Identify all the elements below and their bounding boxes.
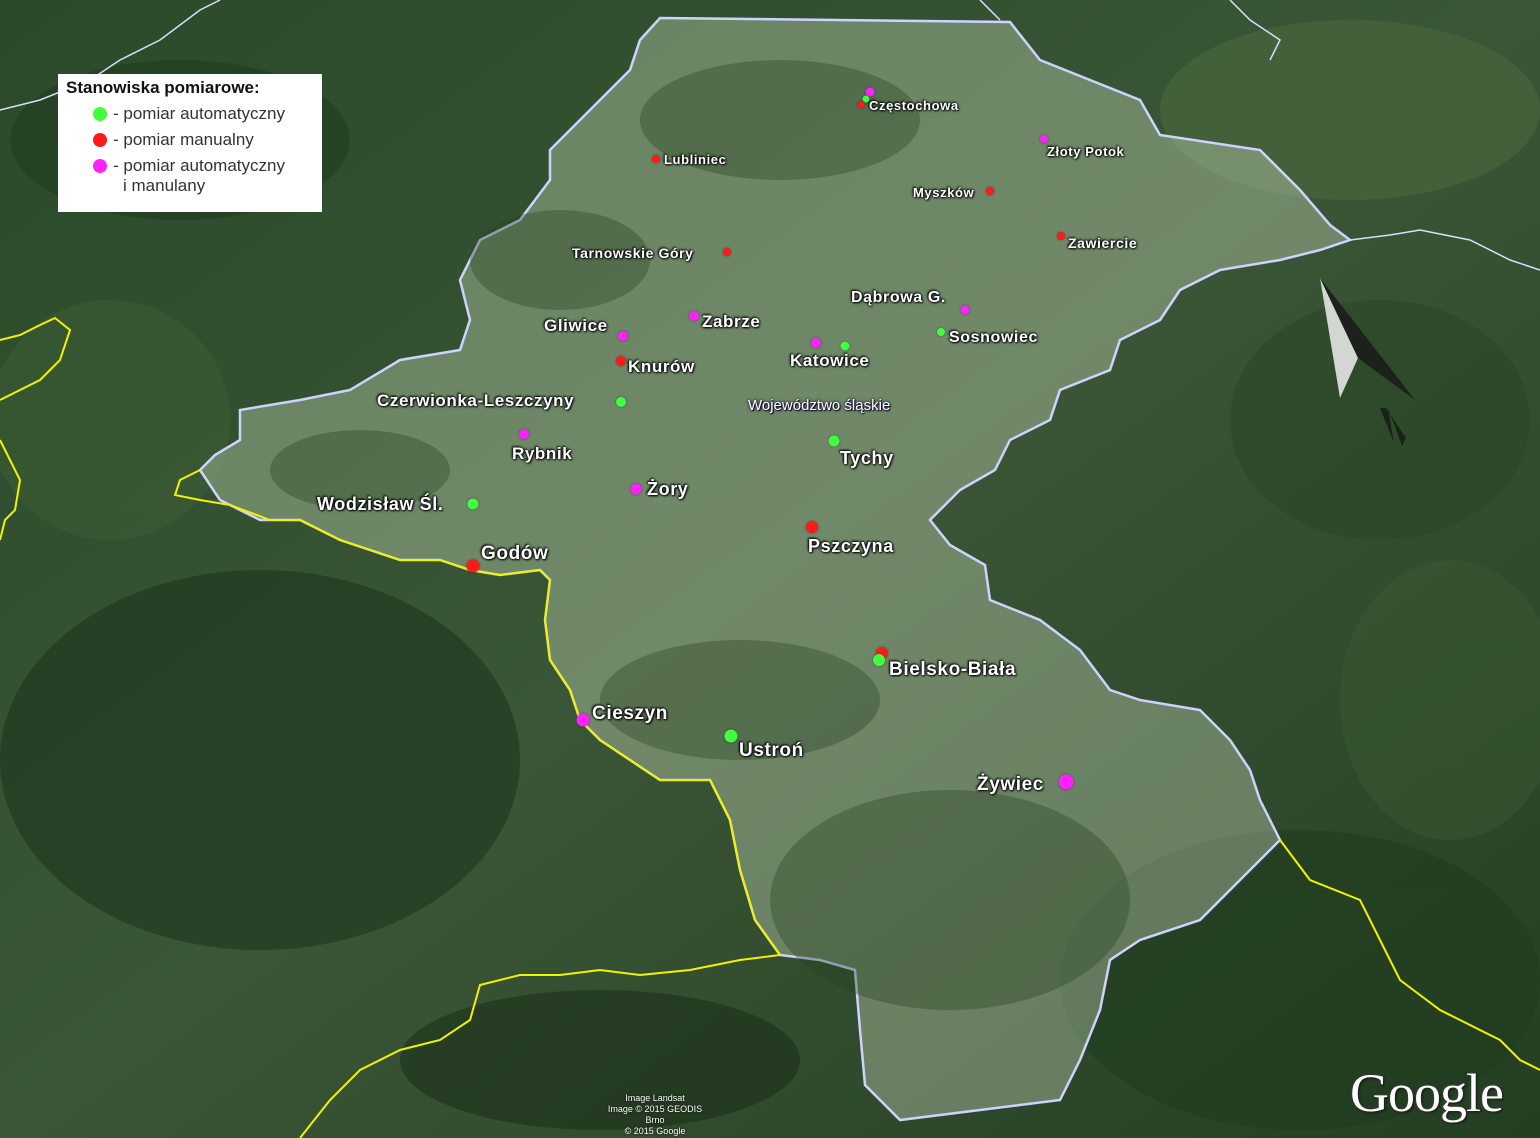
attribution-line: Image Landsat — [625, 1093, 685, 1103]
city-label-zloty-potok[interactable]: Złoty Potok — [1047, 144, 1124, 159]
region-label: Województwo śląskie — [748, 397, 891, 414]
station-dot-godow[interactable] — [466, 559, 480, 573]
city-label-sosnowiec[interactable]: Sosnowiec — [949, 329, 1038, 347]
station-dot-sosnowiec[interactable] — [937, 328, 945, 336]
attribution: Image Landsat Image © 2015 GEODIS Brno ©… — [600, 1093, 710, 1137]
station-dot-zory[interactable] — [630, 483, 642, 495]
station-dot-czestochowa-manual[interactable] — [857, 101, 865, 109]
red-dot-icon — [93, 133, 107, 147]
station-dot-czerwionka-leszczyny[interactable] — [616, 397, 626, 407]
station-dot-tychy[interactable] — [828, 435, 840, 447]
legend-item-manual: - pomiar manualny — [66, 130, 314, 150]
station-dot-zabrze[interactable] — [689, 311, 699, 321]
station-dot-katowice-auto[interactable] — [840, 341, 850, 351]
legend-title: Stanowiska pomiarowe: — [66, 78, 260, 97]
city-label-gliwice[interactable]: Gliwice — [544, 316, 608, 336]
city-label-cieszyn[interactable]: Cieszyn — [592, 703, 668, 725]
legend-item-both: - pomiar automatyczny i manulany — [66, 156, 314, 196]
city-label-zawiercie[interactable]: Zawiercie — [1068, 235, 1137, 251]
city-label-tarnowskie-gory[interactable]: Tarnowskie Góry — [572, 245, 694, 261]
station-dot-knurow[interactable] — [616, 356, 626, 366]
station-dot-pszczyna[interactable] — [806, 521, 818, 533]
city-label-tychy[interactable]: Tychy — [840, 448, 894, 469]
city-label-wodzislaw-sl[interactable]: Wodzisław Śl. — [317, 494, 444, 515]
station-dot-zloty-potok[interactable] — [1040, 135, 1048, 143]
station-dot-zywiec[interactable] — [1058, 774, 1074, 790]
station-dot-lubliniec[interactable] — [652, 155, 660, 163]
city-label-zywiec[interactable]: Żywiec — [977, 774, 1044, 796]
city-label-bielsko-biala[interactable]: Bielsko-Biała — [889, 659, 1016, 681]
legend-label: - pomiar automatyczny — [113, 156, 285, 175]
city-label-katowice[interactable]: Katowice — [790, 351, 869, 371]
city-label-czerwionka-leszczyny[interactable]: Czerwionka-Leszczyny — [377, 391, 574, 411]
google-logo: Google — [1350, 1063, 1504, 1123]
city-label-ustron[interactable]: Ustroń — [739, 740, 804, 762]
station-dot-myszkow[interactable] — [986, 187, 994, 195]
station-dot-cieszyn[interactable] — [576, 713, 590, 727]
station-dot-dabrowa-g[interactable] — [960, 305, 970, 315]
attribution-line: © 2015 Google — [624, 1126, 686, 1136]
station-dot-rybnik[interactable] — [519, 429, 529, 439]
city-label-zory[interactable]: Żory — [647, 479, 688, 500]
green-dot-icon — [93, 107, 107, 121]
station-dot-tarnowskie-gory[interactable] — [723, 248, 731, 256]
station-dot-zawiercie[interactable] — [1057, 232, 1065, 240]
station-dot-katowice-both[interactable] — [811, 338, 821, 348]
city-label-rybnik[interactable]: Rybnik — [512, 444, 572, 464]
legend-item-auto: - pomiar automatyczny — [66, 104, 314, 124]
city-label-lubliniec[interactable]: Lubliniec — [664, 152, 726, 167]
station-dot-ustron[interactable] — [724, 729, 738, 743]
city-label-zabrze[interactable]: Zabrze — [702, 312, 760, 332]
attribution-line: Image © 2015 GEODIS Brno — [607, 1104, 703, 1125]
city-label-czestochowa[interactable]: Częstochowa — [869, 98, 959, 113]
station-dot-wodzislaw-sl[interactable] — [467, 498, 479, 510]
satellite-map[interactable]: Stanowiska pomiarowe: - pomiar automatyc… — [0, 0, 1540, 1138]
city-label-pszczyna[interactable]: Pszczyna — [808, 536, 894, 557]
legend-label: - pomiar manualny — [113, 130, 254, 149]
city-label-godow[interactable]: Godów — [481, 543, 548, 565]
legend-label-line2: i manulany — [123, 176, 206, 195]
city-label-myszkow[interactable]: Myszków — [913, 185, 974, 200]
city-label-knurow[interactable]: Knurów — [628, 357, 695, 377]
station-dot-gliwice[interactable] — [618, 331, 628, 341]
station-dot-bielsko-biala-auto[interactable] — [873, 654, 885, 666]
legend-label: - pomiar automatyczny — [113, 104, 285, 123]
city-label-dabrowa-g[interactable]: Dąbrowa G. — [851, 289, 946, 307]
magenta-dot-icon — [93, 159, 107, 173]
legend: Stanowiska pomiarowe: - pomiar automatyc… — [58, 74, 322, 212]
north-arrow-icon[interactable] — [1310, 278, 1430, 458]
